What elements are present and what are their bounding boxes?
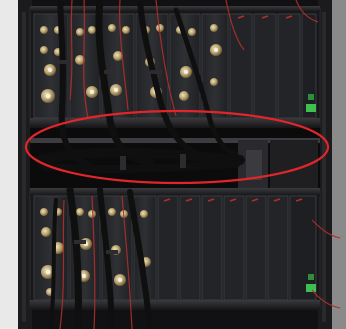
lower-blank-modules (157, 195, 317, 301)
upper-chassis (29, 6, 321, 128)
rack-photo (0, 0, 346, 329)
upper-blank-modules (229, 13, 317, 119)
